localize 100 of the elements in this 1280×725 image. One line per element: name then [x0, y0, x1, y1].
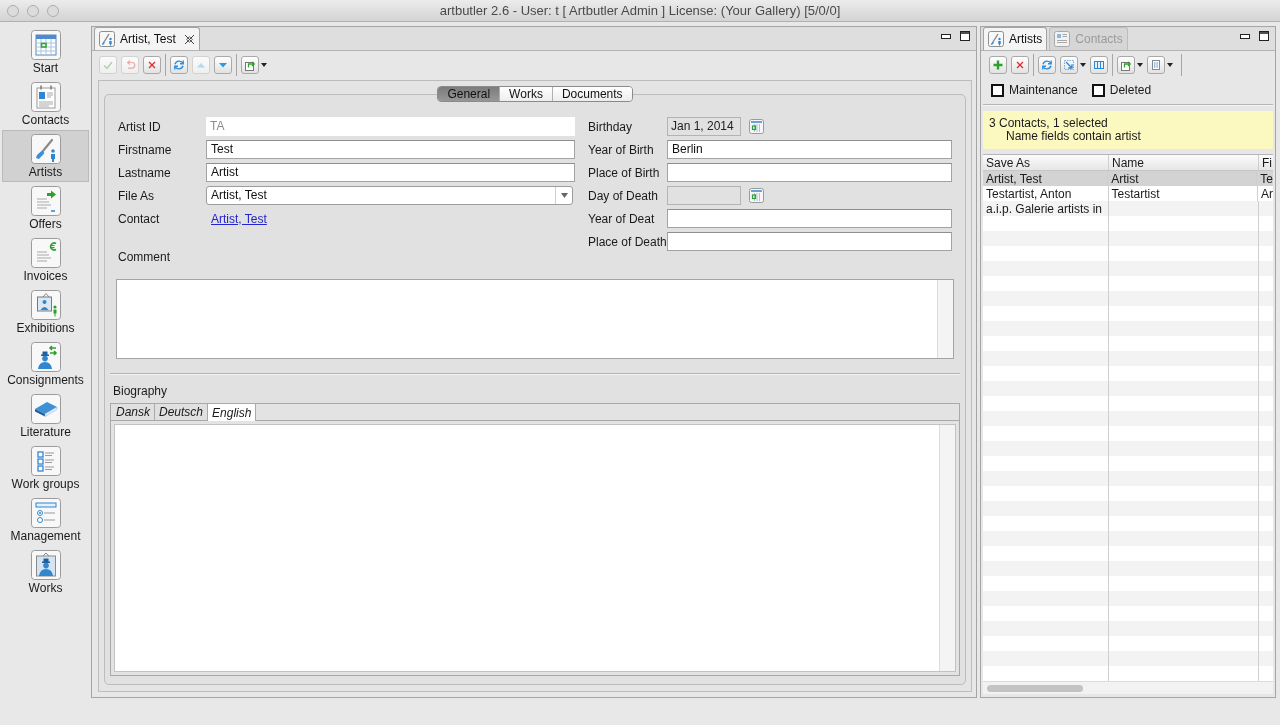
caret-icon[interactable]: [1167, 63, 1173, 67]
columns-button[interactable]: [1090, 56, 1108, 74]
input-field[interactable]: Artist: [206, 163, 575, 182]
sidebar-item[interactable]: Management: [2, 494, 89, 546]
sidebar-item[interactable]: Start: [2, 26, 89, 78]
input-field[interactable]: TA: [206, 117, 575, 136]
add-button[interactable]: [989, 56, 1007, 74]
table-cell: Artist, Test: [986, 171, 1042, 186]
list-document-icon: [1149, 58, 1163, 72]
calendar-icon[interactable]: [749, 188, 764, 203]
brush-person-icon: [988, 31, 1004, 47]
section-tab[interactable]: General: [438, 87, 500, 101]
person-arrows-icon: [30, 342, 61, 372]
table-row[interactable]: a.i.p. Galerie artists in: [983, 201, 1273, 216]
table-cell: Te: [1260, 171, 1273, 186]
minimize-icon[interactable]: [941, 33, 951, 39]
diagonal-arrow-icon: [1062, 58, 1076, 72]
refresh-button[interactable]: [1038, 56, 1056, 74]
delete-button[interactable]: [143, 56, 161, 74]
date-field[interactable]: Jan 1, 2014: [667, 117, 741, 136]
input-field[interactable]: Test: [206, 140, 575, 159]
panel-tab[interactable]: Artists: [983, 27, 1048, 50]
field-label: Place of Death: [588, 234, 667, 249]
window-title: artbutler 2.6 - User: t [ Artbutler Admin ] License: (Your Gallery) [5/0/0]: [439, 1, 841, 20]
scrollbar-track[interactable]: [937, 280, 953, 358]
refresh-button[interactable]: [170, 56, 188, 74]
minimize-icon[interactable]: [1240, 33, 1250, 39]
result-count-text: 3 Contacts, 1 selected: [989, 116, 1108, 130]
dropdown[interactable]: Artist, Test: [206, 186, 573, 205]
sidebar-item[interactable]: Invoices: [2, 234, 89, 286]
sidebar-item[interactable]: Literature: [2, 390, 89, 442]
euro-document-icon: [30, 238, 61, 268]
brush-person-icon: [30, 134, 61, 164]
book-icon: [30, 394, 61, 424]
contact-card-icon: [1054, 31, 1071, 47]
column-header[interactable]: Name: [1112, 155, 1144, 170]
table-row[interactable]: Testartist, Anton Testartist Ar: [983, 186, 1273, 201]
sidebar-item[interactable]: Consignments: [2, 338, 89, 390]
table-cell: Artist: [1111, 171, 1139, 186]
close-window-button[interactable]: [7, 4, 19, 17]
date-field[interactable]: [667, 186, 741, 205]
input-field[interactable]: [667, 163, 952, 182]
sidebar-item[interactable]: Work groups: [2, 442, 89, 494]
field-label: Year of Birth: [588, 142, 654, 157]
filter-description: Name fields contain artist: [1006, 129, 1141, 143]
checkbox-label: Deleted: [1109, 82, 1152, 99]
caret-icon[interactable]: [261, 63, 267, 67]
field-label: Artist ID: [118, 119, 161, 134]
sidebar-item[interactable]: Contacts: [2, 78, 89, 130]
input-field[interactable]: Berlin: [667, 140, 952, 159]
section-label: Biography: [113, 384, 168, 398]
maximize-icon[interactable]: [1259, 31, 1269, 41]
export-button[interactable]: [1117, 56, 1135, 74]
field-label: Firstname: [118, 142, 172, 157]
calendar-icon[interactable]: [749, 119, 764, 134]
table-row[interactable]: Artist, Test Artist Te: [983, 171, 1273, 186]
section-tab[interactable]: Works: [499, 87, 552, 101]
refresh-icon: [1040, 58, 1054, 72]
scrollbar-track[interactable]: [939, 425, 955, 671]
field-label: Comment: [118, 250, 170, 264]
form-icon: [30, 498, 61, 528]
contact-link[interactable]: Artist, Test: [211, 210, 267, 227]
field-label: Contact: [118, 211, 160, 226]
delete-button[interactable]: [1011, 56, 1029, 74]
checkbox[interactable]: [991, 83, 1004, 97]
section-tab[interactable]: Documents: [551, 87, 632, 101]
caret-icon[interactable]: [1137, 63, 1143, 67]
input-field[interactable]: [667, 232, 952, 251]
horizontal-scrollbar[interactable]: [983, 681, 1273, 694]
language-tab[interactable]: English: [208, 404, 257, 421]
maximize-icon[interactable]: [960, 31, 970, 41]
caret-icon: [560, 193, 568, 198]
sidebar-item[interactable]: Works: [2, 546, 89, 598]
field-label: Year of Deat: [588, 211, 655, 226]
scrollbar-thumb[interactable]: [987, 684, 1083, 692]
caret-icon[interactable]: [1080, 63, 1086, 67]
zoom-window-button[interactable]: [47, 4, 59, 17]
refresh-icon: [172, 58, 186, 72]
sidebar-item[interactable]: Offers: [2, 182, 89, 234]
sidebar-item[interactable]: Exhibitions: [2, 286, 89, 338]
input-field[interactable]: [667, 209, 952, 228]
table-cell: Testartist: [1111, 186, 1160, 201]
field-label: Lastname: [118, 165, 171, 180]
panel-tab[interactable]: Artist, Test: [94, 27, 200, 50]
portrait-icon: [30, 550, 61, 580]
comment-field[interactable]: [116, 279, 954, 359]
framed-picture-icon: [30, 290, 61, 320]
columns-icon: [1092, 58, 1106, 72]
table-cell: a.i.p. Galerie artists in: [986, 201, 1103, 216]
sidebar-item[interactable]: Artists: [2, 130, 89, 182]
column-header[interactable]: Save As: [986, 155, 1031, 170]
export-button[interactable]: [241, 56, 259, 74]
field-label: File As: [118, 188, 154, 203]
brush-person-icon: [99, 31, 115, 47]
close-icon[interactable]: [183, 33, 195, 45]
plus-icon: [991, 58, 1005, 72]
minimize-window-button[interactable]: [27, 4, 39, 17]
checkbox[interactable]: [1091, 83, 1105, 97]
column-header[interactable]: Fi: [1262, 155, 1272, 170]
next-button[interactable]: [214, 56, 232, 74]
